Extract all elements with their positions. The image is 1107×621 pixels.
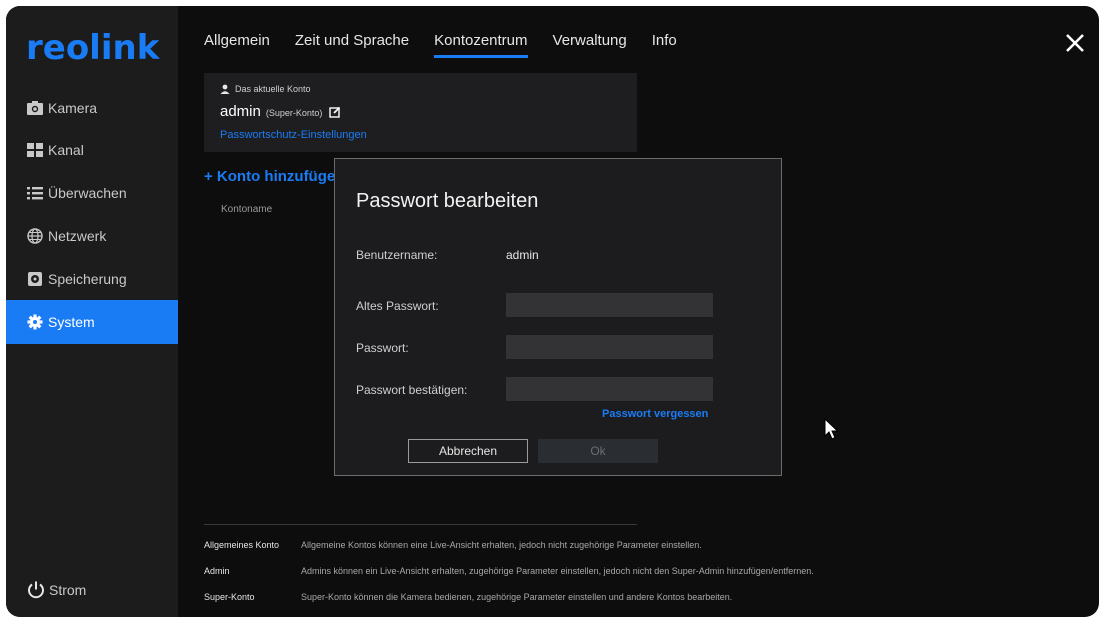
ok-button[interactable]: Ok — [538, 439, 658, 463]
confirm-password-input[interactable] — [506, 377, 713, 401]
reolink-logo: reolink — [26, 28, 160, 68]
column-header-kontoname: Kontoname — [221, 204, 273, 215]
power-button[interactable]: Strom — [26, 580, 86, 600]
current-account-card: Das aktuelle Konto admin (Super-Konto) P… — [204, 73, 637, 152]
role-name: Super-Konto — [204, 592, 255, 602]
user-icon — [220, 84, 230, 94]
add-account-button[interactable]: + Konto hinzufügen — [204, 168, 344, 185]
footer-divider — [204, 524, 637, 525]
tab-info[interactable]: Info — [652, 32, 677, 58]
sidebar: reolink Kamera Kanal Überwachen Netzwerk — [6, 6, 178, 617]
account-role: (Super-Konto) — [265, 108, 323, 118]
storage-icon — [26, 271, 44, 287]
confirm-password-label: Passwort bestätigen: — [356, 383, 468, 397]
sidebar-item-system[interactable]: System — [6, 300, 178, 344]
edit-password-dialog: Passwort bearbeiten Benutzername: admin … — [334, 158, 782, 476]
sidebar-item-ueberwachen[interactable]: Überwachen — [6, 171, 178, 215]
tab-allgemein[interactable]: Allgemein — [204, 32, 270, 58]
channel-grid-icon — [26, 142, 44, 158]
username-label: Benutzername: — [356, 248, 438, 262]
tab-kontozentrum[interactable]: Kontozentrum — [434, 32, 528, 58]
dialog-title: Passwort bearbeiten — [356, 190, 539, 212]
role-description-row: Super-Konto Super-Konto können die Kamer… — [204, 592, 732, 602]
sidebar-item-speicherung[interactable]: Speicherung — [6, 257, 178, 301]
role-name: Admin — [204, 566, 230, 576]
power-icon — [28, 581, 44, 599]
edit-icon[interactable] — [329, 106, 341, 118]
sidebar-item-label: Netzwerk — [48, 228, 107, 244]
sidebar-item-kamera[interactable]: Kamera — [6, 86, 178, 130]
mouse-cursor-icon — [824, 418, 839, 440]
forgot-password-link[interactable]: Passwort vergessen — [602, 408, 708, 420]
camera-icon — [26, 100, 44, 116]
globe-icon — [26, 228, 44, 244]
power-label: Strom — [49, 582, 87, 598]
current-account-label: Das aktuelle Konto — [220, 84, 311, 94]
password-protection-settings-link[interactable]: Passwortschutz-Einstellungen — [220, 129, 367, 141]
tab-verwaltung[interactable]: Verwaltung — [553, 32, 627, 58]
sidebar-item-label: Kamera — [48, 100, 98, 116]
role-description: Super-Konto können die Kamera bedienen, … — [301, 592, 733, 602]
role-description: Admins können ein Live-Ansicht erhalten,… — [301, 566, 814, 576]
role-description-row: Allgemeines Konto Allgemeine Kontos könn… — [204, 540, 702, 550]
new-password-label: Passwort: — [356, 341, 409, 355]
new-password-input[interactable] — [506, 335, 713, 359]
role-name: Allgemeines Konto — [204, 540, 280, 550]
role-description-row: Admin Admins können ein Live-Ansicht erh… — [204, 566, 814, 576]
sidebar-item-netzwerk[interactable]: Netzwerk — [6, 214, 178, 258]
old-password-label: Altes Passwort: — [356, 299, 439, 313]
list-icon — [26, 185, 44, 201]
sidebar-item-label: System — [48, 314, 95, 330]
close-icon[interactable] — [1064, 32, 1086, 54]
sidebar-item-label: Speicherung — [48, 271, 127, 287]
old-password-input[interactable] — [506, 293, 713, 317]
account-name: admin (Super-Konto) — [220, 103, 341, 120]
username-value: admin — [506, 248, 539, 262]
cancel-button[interactable]: Abbrechen — [408, 439, 528, 463]
tab-zeit-und-sprache[interactable]: Zeit und Sprache — [295, 32, 409, 58]
gear-icon — [26, 314, 44, 330]
sidebar-item-kanal[interactable]: Kanal — [6, 128, 178, 172]
top-tabs: Allgemein Zeit und Sprache Kontozentrum … — [204, 32, 702, 58]
role-description: Allgemeine Kontos können eine Live-Ansic… — [301, 540, 702, 550]
settings-screen: reolink Kamera Kanal Überwachen Netzwerk — [6, 6, 1099, 617]
sidebar-item-label: Kanal — [48, 142, 84, 158]
sidebar-item-label: Überwachen — [48, 185, 127, 201]
